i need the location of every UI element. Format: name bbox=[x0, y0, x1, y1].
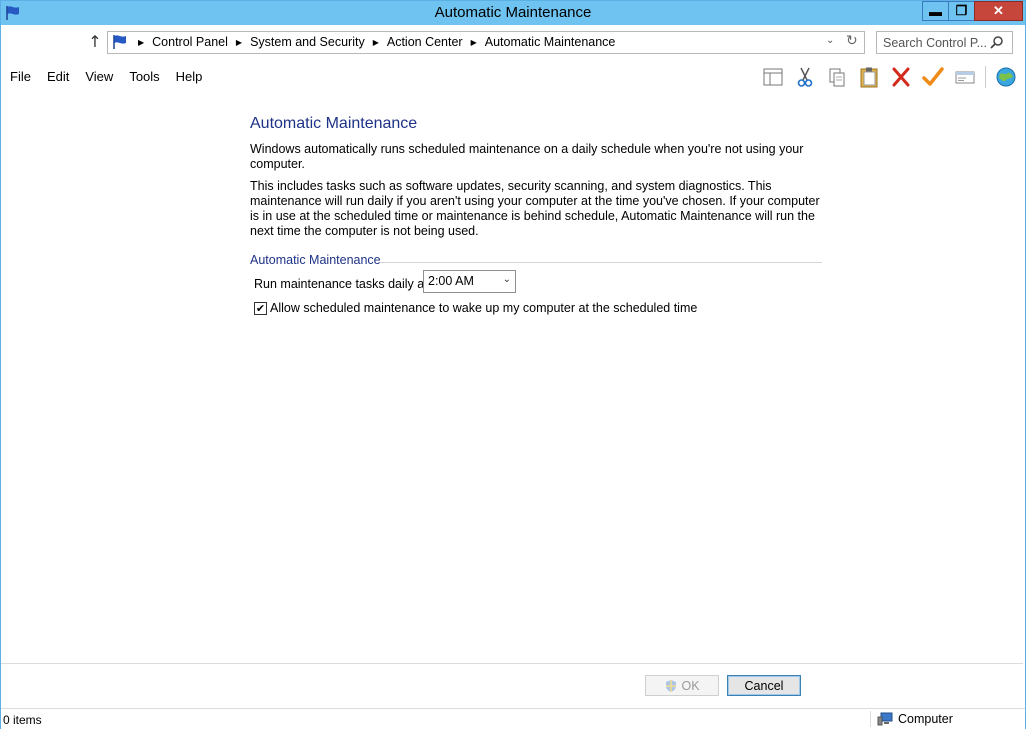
refresh-icon[interactable]: ↻ bbox=[846, 33, 858, 49]
title-bar[interactable]: Automatic Maintenance ▬ ❐ ✕ bbox=[1, 1, 1025, 25]
computer-icon bbox=[877, 712, 893, 726]
toolbar bbox=[757, 63, 1022, 91]
search-input[interactable] bbox=[883, 35, 991, 51]
window-title: Automatic Maintenance bbox=[434, 4, 592, 21]
location-indicator: Computer bbox=[877, 712, 953, 726]
minimize-button[interactable]: ▬ bbox=[922, 1, 949, 21]
properties-icon bbox=[955, 71, 975, 84]
globe-icon bbox=[996, 67, 1016, 87]
breadcrumb-control-panel[interactable]: Control Panel bbox=[148, 35, 232, 49]
apply-button[interactable] bbox=[917, 63, 949, 91]
description-paragraph: Windows automatically runs scheduled mai… bbox=[250, 142, 804, 171]
wake-checkbox-label[interactable]: Allow scheduled maintenance to wake up m… bbox=[270, 301, 697, 315]
address-row: ↑ ▶ Control Panel ▶ System and Security … bbox=[1, 27, 1025, 59]
chevron-down-icon[interactable]: ⌄ bbox=[503, 274, 511, 285]
search-box[interactable] bbox=[876, 31, 1013, 54]
page-title: Automatic Maintenance bbox=[250, 115, 418, 132]
properties-button[interactable] bbox=[949, 63, 981, 91]
search-icon[interactable] bbox=[990, 35, 1004, 49]
main-content: Automatic Maintenance Windows automatica… bbox=[250, 115, 822, 318]
wake-checkbox[interactable]: ✔ bbox=[254, 302, 267, 315]
item-count: 0 items bbox=[3, 713, 42, 727]
cut-button[interactable] bbox=[789, 63, 821, 91]
status-bar: 0 items Computer bbox=[1, 708, 1025, 729]
breadcrumb-separator-icon[interactable]: ▶ bbox=[134, 38, 148, 47]
layout-icon bbox=[763, 68, 783, 86]
paste-button[interactable] bbox=[853, 63, 885, 91]
menu-tools[interactable]: Tools bbox=[121, 63, 167, 91]
breadcrumb-automatic-maintenance[interactable]: Automatic Maintenance bbox=[481, 35, 620, 49]
delete-button[interactable] bbox=[885, 63, 917, 91]
details-paragraph: This includes tasks such as software upd… bbox=[250, 179, 820, 238]
address-bar[interactable]: ▶ Control Panel ▶ System and Security ▶ … bbox=[107, 31, 865, 54]
time-select[interactable]: 2:00 AM ⌄ bbox=[423, 270, 516, 293]
ok-button[interactable]: OK bbox=[645, 675, 719, 696]
breadcrumb-separator-icon[interactable]: ▶ bbox=[232, 38, 246, 47]
globe-button[interactable] bbox=[990, 63, 1022, 91]
copy-icon bbox=[829, 68, 845, 87]
menu-bar: File Edit View Tools Help bbox=[1, 63, 210, 91]
uac-shield-icon bbox=[666, 679, 677, 692]
menu-file[interactable]: File bbox=[1, 63, 39, 91]
layout-button[interactable] bbox=[757, 63, 789, 91]
breadcrumb-system-and-security[interactable]: System and Security bbox=[246, 35, 369, 49]
section-title: Automatic Maintenance bbox=[250, 253, 381, 267]
chevron-down-icon[interactable]: ⌄ bbox=[826, 35, 834, 46]
restore-button[interactable]: ❐ bbox=[948, 1, 975, 21]
delete-icon bbox=[892, 67, 910, 87]
menu-view[interactable]: View bbox=[77, 63, 121, 91]
time-select-value: 2:00 AM bbox=[428, 274, 474, 288]
breadcrumb-separator-icon[interactable]: ▶ bbox=[467, 38, 481, 47]
window: Automatic Maintenance ▬ ❐ ✕ ↑ ▶ Control … bbox=[0, 0, 1026, 729]
up-arrow-icon[interactable]: ↑ bbox=[87, 33, 103, 51]
schedule-row: Run maintenance tasks daily at 2:00 AM ⌄ bbox=[250, 270, 820, 296]
footer-divider bbox=[1, 663, 1023, 664]
status-separator bbox=[870, 711, 871, 727]
paste-icon bbox=[860, 67, 878, 88]
wake-row: ✔ Allow scheduled maintenance to wake up… bbox=[250, 300, 820, 318]
action-center-flag-icon bbox=[113, 35, 126, 49]
breadcrumb-separator-icon[interactable]: ▶ bbox=[369, 38, 383, 47]
cancel-button[interactable]: Cancel bbox=[727, 675, 801, 696]
cut-icon bbox=[797, 67, 813, 87]
menu-edit[interactable]: Edit bbox=[39, 63, 77, 91]
location-label: Computer bbox=[898, 712, 953, 726]
breadcrumb: ▶ Control Panel ▶ System and Security ▶ … bbox=[134, 35, 619, 49]
toolbar-separator bbox=[985, 66, 986, 88]
run-time-label: Run maintenance tasks daily at bbox=[254, 277, 428, 291]
section-heading: Automatic Maintenance bbox=[250, 253, 822, 269]
breadcrumb-action-center[interactable]: Action Center bbox=[383, 35, 467, 49]
menu-help[interactable]: Help bbox=[168, 63, 211, 91]
close-button[interactable]: ✕ bbox=[974, 1, 1023, 21]
checkmark-icon bbox=[922, 67, 944, 86]
copy-button[interactable] bbox=[821, 63, 853, 91]
ok-button-label: OK bbox=[681, 678, 700, 693]
section-divider bbox=[380, 262, 822, 263]
